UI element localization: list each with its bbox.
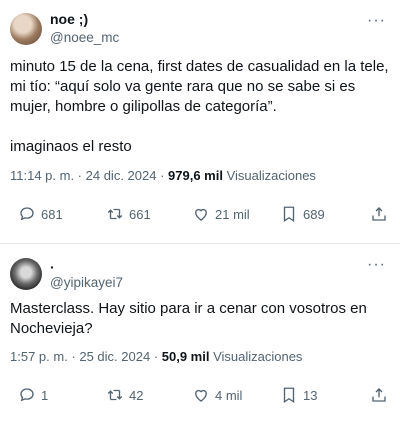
like-icon [195,208,207,221]
share-icon [372,207,386,221]
views-label: Visualizaciones [222,168,316,183]
retweet-count: 661 [129,206,151,222]
bookmark-icon [283,206,295,223]
reply-icon [20,207,34,221]
view-count: 50,9 mil [161,349,210,364]
avatar[interactable] [10,13,42,45]
like-count: 4 mil [215,387,243,403]
tweet-text: minuto 15 de la cena, first dates de cas… [10,58,389,155]
timestamp[interactable]: 11:14 p. m. · 24 dic. 2024 · [10,168,168,183]
reply-count: 681 [41,206,63,222]
bookmark-count: 13 [303,387,318,403]
tweet-meta: 11:14 p. m. · 24 dic. 2024 · 979,6 mil V… [10,168,316,183]
share-icon [372,388,386,402]
user-handle[interactable]: @noee_mc [50,30,119,45]
like-icon [195,389,207,402]
bookmark-icon [283,387,295,404]
user-handle[interactable]: @yipikayei7 [50,275,123,290]
retweet-icon [107,389,123,401]
action-bar: 681 661 21 mil 689 [0,205,400,227]
reply-icon [20,388,34,402]
display-name[interactable]: · [50,259,55,275]
like-count: 21 mil [215,206,250,222]
tweet-meta: 1:57 p. m. · 25 dic. 2024 · 50,9 mil Vis… [10,349,302,364]
views-label: Visualizaciones [209,349,303,364]
retweet-button[interactable]: 42 [106,386,143,404]
bookmark-button[interactable]: 689 [280,205,325,223]
more-options-icon[interactable]: ··· [367,12,386,30]
retweet-button[interactable]: 661 [106,205,151,223]
bookmark-count: 689 [303,206,325,222]
more-options-icon[interactable]: ··· [367,256,386,274]
action-bar: 1 42 4 mil 13 [0,386,400,408]
avatar[interactable] [10,258,42,290]
bookmark-button[interactable]: 13 [280,386,317,404]
retweet-count: 42 [129,387,144,403]
view-count: 979,6 mil [168,168,223,183]
retweet-icon [107,208,123,220]
reply-button[interactable]: 681 [18,205,63,223]
tweet[interactable]: noe ;) @noee_mc ··· minuto 15 de la cena… [0,0,400,243]
tweet-text: Masterclass. Hay sitio para ir a cenar c… [10,300,367,337]
reply-button[interactable]: 1 [18,386,48,404]
share-button[interactable] [370,205,388,223]
timestamp[interactable]: 1:57 p. m. · 25 dic. 2024 · [10,349,162,364]
like-button[interactable]: 4 mil [192,386,242,404]
display-name[interactable]: noe ;) [50,11,88,27]
share-button[interactable] [370,386,388,404]
like-button[interactable]: 21 mil [192,205,250,223]
reply-count: 1 [41,387,49,403]
